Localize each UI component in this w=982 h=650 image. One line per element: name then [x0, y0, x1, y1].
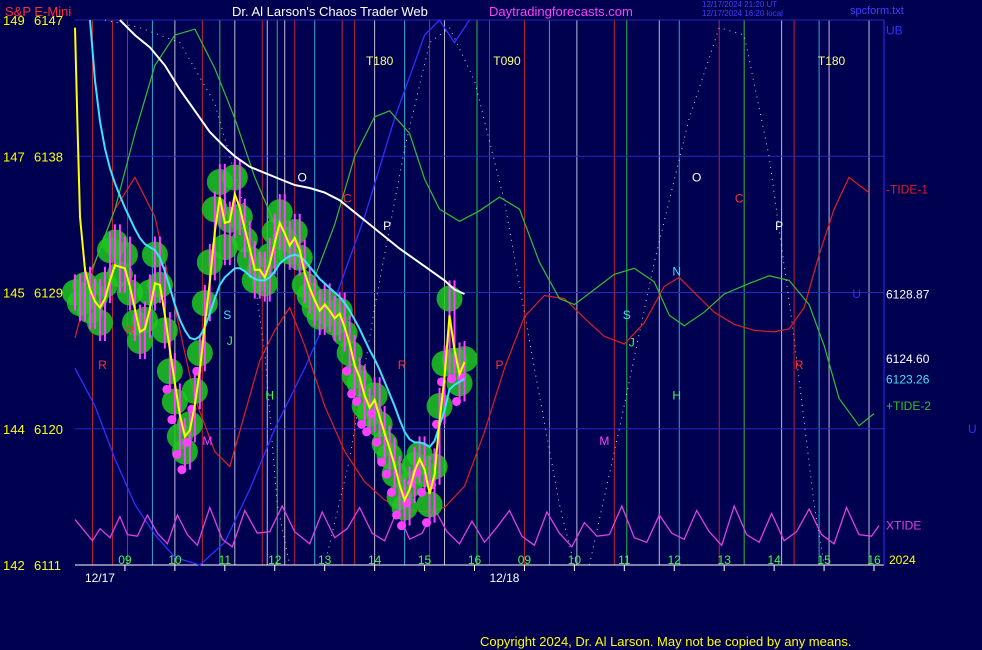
- x-tick-label: 10: [568, 553, 582, 567]
- x-tick-label: 14: [368, 553, 382, 567]
- date-label: 12/18: [489, 571, 519, 585]
- chart-annotation: C: [343, 192, 352, 206]
- x-tick-label: 11: [618, 553, 631, 567]
- x-tick-label: 11: [219, 553, 232, 567]
- chart-annotation: S: [223, 308, 231, 322]
- dotted-3-curve: [588, 26, 825, 566]
- chart-annotation: R: [98, 358, 107, 372]
- chart-annotation: T180: [818, 54, 846, 68]
- x-tick-label: 10: [168, 553, 182, 567]
- price-low-dot: [162, 384, 172, 394]
- price-low-dot: [417, 487, 427, 497]
- x-tick-label: 15: [817, 553, 831, 567]
- y-tick-label-price: 6111: [34, 558, 61, 573]
- chart-annotation: U: [852, 287, 861, 301]
- chart-annotation: N: [672, 264, 681, 278]
- chart-annotation: P: [775, 219, 783, 233]
- right-axis-label: -TIDE-1: [886, 183, 928, 197]
- right-axis-label: XTIDE: [886, 519, 921, 533]
- price-low-dot: [342, 366, 352, 376]
- chart-annotation: R: [795, 358, 804, 372]
- chart-annotation: T180: [366, 54, 394, 68]
- chart-annotation: T090: [493, 54, 521, 68]
- price-low-dot: [382, 469, 392, 479]
- y-tick-label-price: 6147: [34, 13, 63, 28]
- y-tick-label-left: 145: [3, 286, 25, 301]
- y-tick-label-left: 142: [3, 558, 25, 573]
- y-tick-label-left: 149: [3, 13, 25, 28]
- x-tick-label: 09: [518, 553, 532, 567]
- chart-annotation: O: [298, 170, 307, 184]
- right-axis-label: U: [968, 422, 977, 436]
- price-low-dot: [387, 487, 397, 497]
- price-low-dot: [372, 437, 382, 447]
- chart-annotation: H: [672, 388, 681, 402]
- price-low-dot: [447, 374, 457, 384]
- price-low-dot: [352, 397, 362, 406]
- x-tick-label: 13: [318, 553, 332, 567]
- right-axis-label: 6124.60: [886, 352, 930, 366]
- chart-annotation: R: [126, 323, 135, 337]
- x-tick-label: 13: [718, 553, 732, 567]
- chart-annotation: P: [495, 358, 503, 372]
- chart-annotation: R: [398, 358, 407, 372]
- price-low-dot: [377, 457, 387, 467]
- chart-annotation: M: [599, 434, 609, 448]
- y-tick-label-price: 6120: [34, 422, 63, 437]
- chart-annotation: H: [265, 388, 274, 402]
- grid-lines: [75, 19, 885, 566]
- price-low-dot: [402, 498, 412, 508]
- right-axis-label: +TIDE-2: [886, 399, 931, 413]
- price-low-dot: [177, 465, 187, 475]
- x-tick-label: 14: [767, 553, 781, 567]
- price-low-dot: [392, 510, 402, 520]
- price-low-dot: [452, 397, 462, 406]
- y-tick-label-price: 6138: [34, 149, 63, 164]
- right-axis-label: 6123.26: [886, 372, 930, 386]
- right-axis-label: 6128.87: [886, 287, 930, 301]
- price-low-dot: [357, 419, 367, 429]
- right-axis-label: UB: [886, 24, 903, 38]
- copyright-notice: Copyright 2024, Dr. Al Larson. May not b…: [480, 634, 852, 649]
- chart-annotation: C: [735, 192, 744, 206]
- price-low-dot: [422, 518, 432, 528]
- y-tick-label-left: 147: [3, 149, 25, 164]
- price-low-dot: [362, 427, 372, 437]
- x-tick-label: 12: [668, 553, 682, 567]
- chart-annotation: S: [623, 308, 631, 322]
- year-label: 2024: [889, 553, 916, 567]
- y-tick-label-price: 6129: [34, 286, 63, 301]
- chart-annotation: J: [629, 335, 635, 349]
- chart-annotation: O: [692, 170, 701, 184]
- x-tick-label: 15: [418, 553, 432, 567]
- chart-annotation: M: [202, 434, 212, 448]
- price-low-dot: [367, 409, 377, 419]
- price-low-dot: [397, 521, 407, 531]
- x-tick-label: 12: [268, 553, 282, 567]
- price-low-dot: [167, 415, 177, 425]
- price-low-dot: [347, 389, 357, 399]
- price-low-dot: [172, 449, 182, 459]
- chart-annotation: J: [227, 334, 233, 348]
- x-tick-label: 16: [468, 553, 482, 567]
- y-tick-label-left: 144: [3, 422, 25, 437]
- price-low-dot: [182, 437, 192, 447]
- price-chart: 149 6147 147 6138 145 6129 144 6120 142 6111 09 10 1…: [3, 13, 977, 585]
- chart-annotation: P: [383, 219, 391, 233]
- date-label: 12/17: [85, 571, 115, 585]
- x-tick-label: 16: [867, 553, 881, 567]
- x-tick-label: 09: [118, 553, 132, 567]
